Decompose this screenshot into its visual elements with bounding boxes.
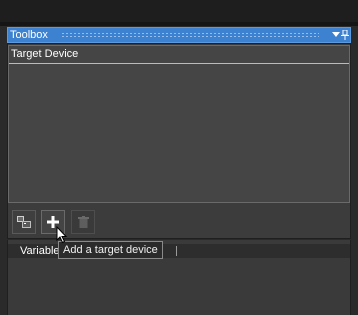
device-settings-button[interactable] bbox=[12, 210, 36, 234]
target-device-header: Target Device bbox=[9, 46, 349, 64]
variable-column-header[interactable]: Variable bbox=[20, 245, 60, 257]
mouse-cursor-icon bbox=[56, 226, 68, 244]
toolbox-title-bar[interactable]: Toolbox bbox=[7, 27, 351, 43]
divider bbox=[0, 22, 358, 26]
trash-icon bbox=[77, 216, 89, 228]
top-bar bbox=[0, 0, 358, 22]
column-separator[interactable] bbox=[176, 246, 177, 256]
delete-button[interactable] bbox=[71, 210, 95, 234]
toolbox-title: Toolbox bbox=[10, 29, 48, 41]
target-device-list[interactable]: Target Device bbox=[8, 45, 350, 203]
pin-button[interactable] bbox=[338, 27, 352, 43]
tooltip: Add a target device bbox=[58, 241, 163, 259]
title-bar-grip bbox=[61, 32, 319, 38]
pin-icon bbox=[341, 30, 349, 40]
device-settings-icon bbox=[17, 215, 31, 228]
